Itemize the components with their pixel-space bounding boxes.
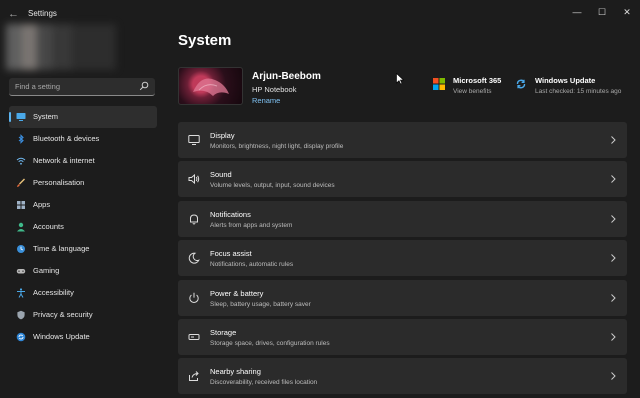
user-avatar-blurred (6, 24, 116, 70)
sidebar-item-apps[interactable]: Apps (9, 194, 157, 216)
apps-icon (16, 200, 26, 210)
mouse-pointer-icon (396, 73, 404, 85)
device-wallpaper-thumbnail (178, 67, 243, 105)
microsoft-logo-icon (433, 78, 445, 90)
sidebar-nav: System Bluetooth & devices Network & int… (9, 106, 157, 348)
minimize-button[interactable]: — (568, 4, 586, 20)
back-button[interactable]: ← (8, 7, 20, 21)
sidebar-item-label: Gaming (33, 266, 60, 275)
card-title: Storage (210, 327, 237, 337)
sidebar-item-label: Bluetooth & devices (33, 134, 100, 143)
device-name: Arjun-Beebom (252, 71, 321, 82)
settings-card-display[interactable]: Display Monitors, brightness, night ligh… (178, 122, 627, 158)
card-title: Focus assist (210, 249, 252, 259)
sidebar-item-label: Accessibility (33, 288, 74, 297)
page-title: System (178, 32, 232, 49)
card-title: Nearby sharing (210, 367, 261, 377)
sidebar-item-label: Network & internet (33, 156, 95, 165)
card-title: Sound (210, 170, 232, 180)
globe-clock-icon (16, 244, 26, 254)
gamepad-icon (16, 266, 26, 276)
sidebar-item-windows-update[interactable]: Windows Update (9, 326, 157, 348)
card-title: Display (210, 131, 235, 140)
device-model: HP Notebook (252, 85, 297, 94)
top-card-title: Microsoft 365 (453, 76, 502, 85)
card-description: Sleep, battery usage, battery saver (210, 300, 311, 308)
sidebar-item-accessibility[interactable]: Accessibility (9, 282, 157, 304)
sidebar-item-network[interactable]: Network & internet (9, 150, 157, 172)
wifi-icon (16, 156, 26, 166)
maximize-button[interactable]: ☐ (593, 4, 611, 20)
person-icon (16, 222, 26, 232)
sidebar-item-accounts[interactable]: Accounts (9, 216, 157, 238)
speaker-icon (188, 173, 200, 185)
card-title: Notifications (210, 209, 251, 219)
card-title: Power & battery (210, 288, 264, 298)
share-icon (188, 370, 200, 382)
chevron-right-icon (609, 293, 617, 303)
settings-card-sound[interactable]: Sound Volume levels, output, input, soun… (178, 161, 627, 198)
search-box[interactable] (9, 78, 155, 96)
settings-list: Display Monitors, brightness, night ligh… (178, 122, 627, 398)
card-description: Volume levels, output, input, sound devi… (210, 182, 335, 190)
microsoft-365-card[interactable]: Microsoft 365 View benefits (433, 74, 513, 100)
card-description: Notifications, automatic rules (210, 261, 294, 269)
chevron-right-icon (609, 371, 617, 381)
top-card-subtitle: Last checked: 15 minutes ago (535, 88, 622, 95)
moon-icon (188, 252, 200, 264)
sidebar-item-privacy[interactable]: Privacy & security (9, 304, 157, 326)
chevron-right-icon (609, 174, 617, 184)
top-card-title: Windows Update (535, 76, 596, 85)
window-title: Settings (28, 9, 57, 18)
monitor-icon (16, 112, 26, 122)
sidebar-item-label: Personalisation (33, 178, 85, 187)
update-icon (515, 78, 527, 90)
search-input[interactable] (9, 78, 140, 95)
sidebar-item-system[interactable]: System (9, 106, 157, 128)
sidebar-item-label: Windows Update (33, 332, 90, 341)
sidebar-item-label: Privacy & security (33, 310, 93, 319)
sidebar-item-label: System (33, 112, 59, 121)
bluetooth-icon (16, 134, 26, 144)
chevron-right-icon (609, 214, 617, 224)
top-card-subtitle: View benefits (453, 88, 492, 95)
card-description: Alerts from apps and system (210, 221, 293, 229)
chevron-right-icon (609, 135, 617, 145)
windows-update-card[interactable]: Windows Update Last checked: 15 minutes … (515, 74, 633, 100)
settings-card-nearby-sharing[interactable]: Nearby sharing Discoverability, received… (178, 358, 627, 395)
settings-card-power-battery[interactable]: Power & battery Sleep, battery usage, ba… (178, 279, 627, 316)
card-description: Discoverability, received files location (210, 379, 318, 387)
power-icon (188, 292, 200, 304)
close-button[interactable]: ✕ (618, 4, 636, 20)
sidebar-item-label: Apps (33, 200, 51, 209)
sidebar-item-label: Time & language (33, 244, 90, 253)
sidebar-item-gaming[interactable]: Gaming (9, 260, 157, 282)
accessibility-icon (16, 288, 26, 298)
search-icon[interactable] (139, 81, 149, 91)
shield-icon (16, 310, 26, 320)
rename-link[interactable]: Rename (252, 96, 280, 105)
card-description: Monitors, brightness, night light, displ… (210, 143, 344, 150)
card-description: Storage space, drives, configuration rul… (210, 339, 330, 347)
sidebar-item-label: Accounts (33, 222, 64, 231)
update-icon (16, 332, 26, 342)
brush-icon (16, 178, 26, 188)
settings-card-focus-assist[interactable]: Focus assist Notifications, automatic ru… (178, 240, 627, 277)
settings-card-notifications[interactable]: Notifications Alerts from apps and syste… (178, 200, 627, 237)
storage-icon (188, 331, 200, 343)
chevron-right-icon (609, 253, 617, 263)
settings-card-storage[interactable]: Storage Storage space, drives, configura… (178, 318, 627, 355)
sidebar-item-bluetooth[interactable]: Bluetooth & devices (9, 128, 157, 150)
sidebar-item-time-language[interactable]: Time & language (9, 238, 157, 260)
display-icon (188, 134, 200, 146)
bell-icon (188, 213, 200, 225)
sidebar-item-personalisation[interactable]: Personalisation (9, 172, 157, 194)
chevron-right-icon (609, 332, 617, 342)
